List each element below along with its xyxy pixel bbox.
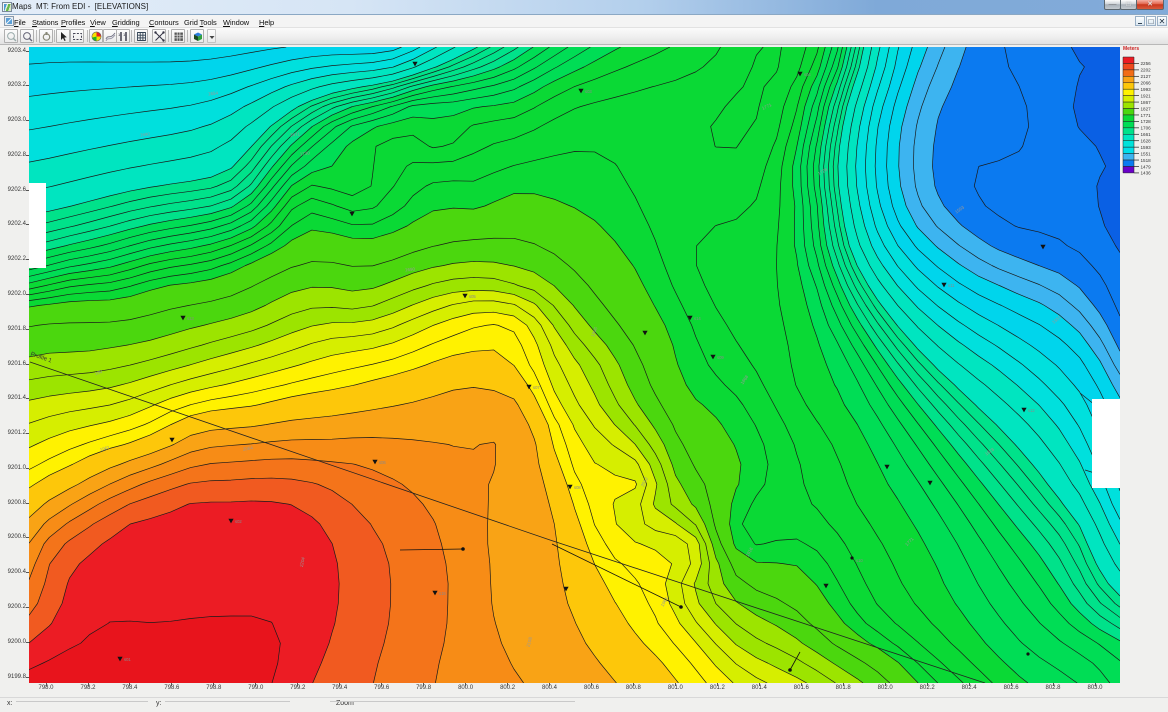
svg-text:1921: 1921: [1141, 93, 1152, 98]
svg-text:2256: 2256: [1141, 61, 1152, 66]
svg-text:1867: 1867: [1141, 100, 1152, 105]
svg-text:2127: 2127: [1141, 74, 1152, 79]
svg-text:1728: 1728: [1141, 119, 1152, 124]
svg-text:1518: 1518: [1141, 158, 1152, 163]
svg-text:1479: 1479: [1141, 164, 1152, 169]
svg-text:1593: 1593: [1141, 145, 1152, 150]
svg-text:2202: 2202: [1141, 68, 1152, 73]
svg-text:2066: 2066: [1141, 81, 1152, 86]
svg-text:1827: 1827: [1141, 106, 1152, 111]
svg-text:1436: 1436: [1141, 171, 1152, 176]
svg-text:1661: 1661: [1141, 132, 1152, 137]
svg-text:1551: 1551: [1141, 151, 1152, 156]
svg-text:1628: 1628: [1141, 139, 1152, 144]
svg-text:1771: 1771: [1141, 113, 1152, 118]
svg-text:1706: 1706: [1141, 126, 1152, 131]
svg-text:1993: 1993: [1141, 87, 1152, 92]
